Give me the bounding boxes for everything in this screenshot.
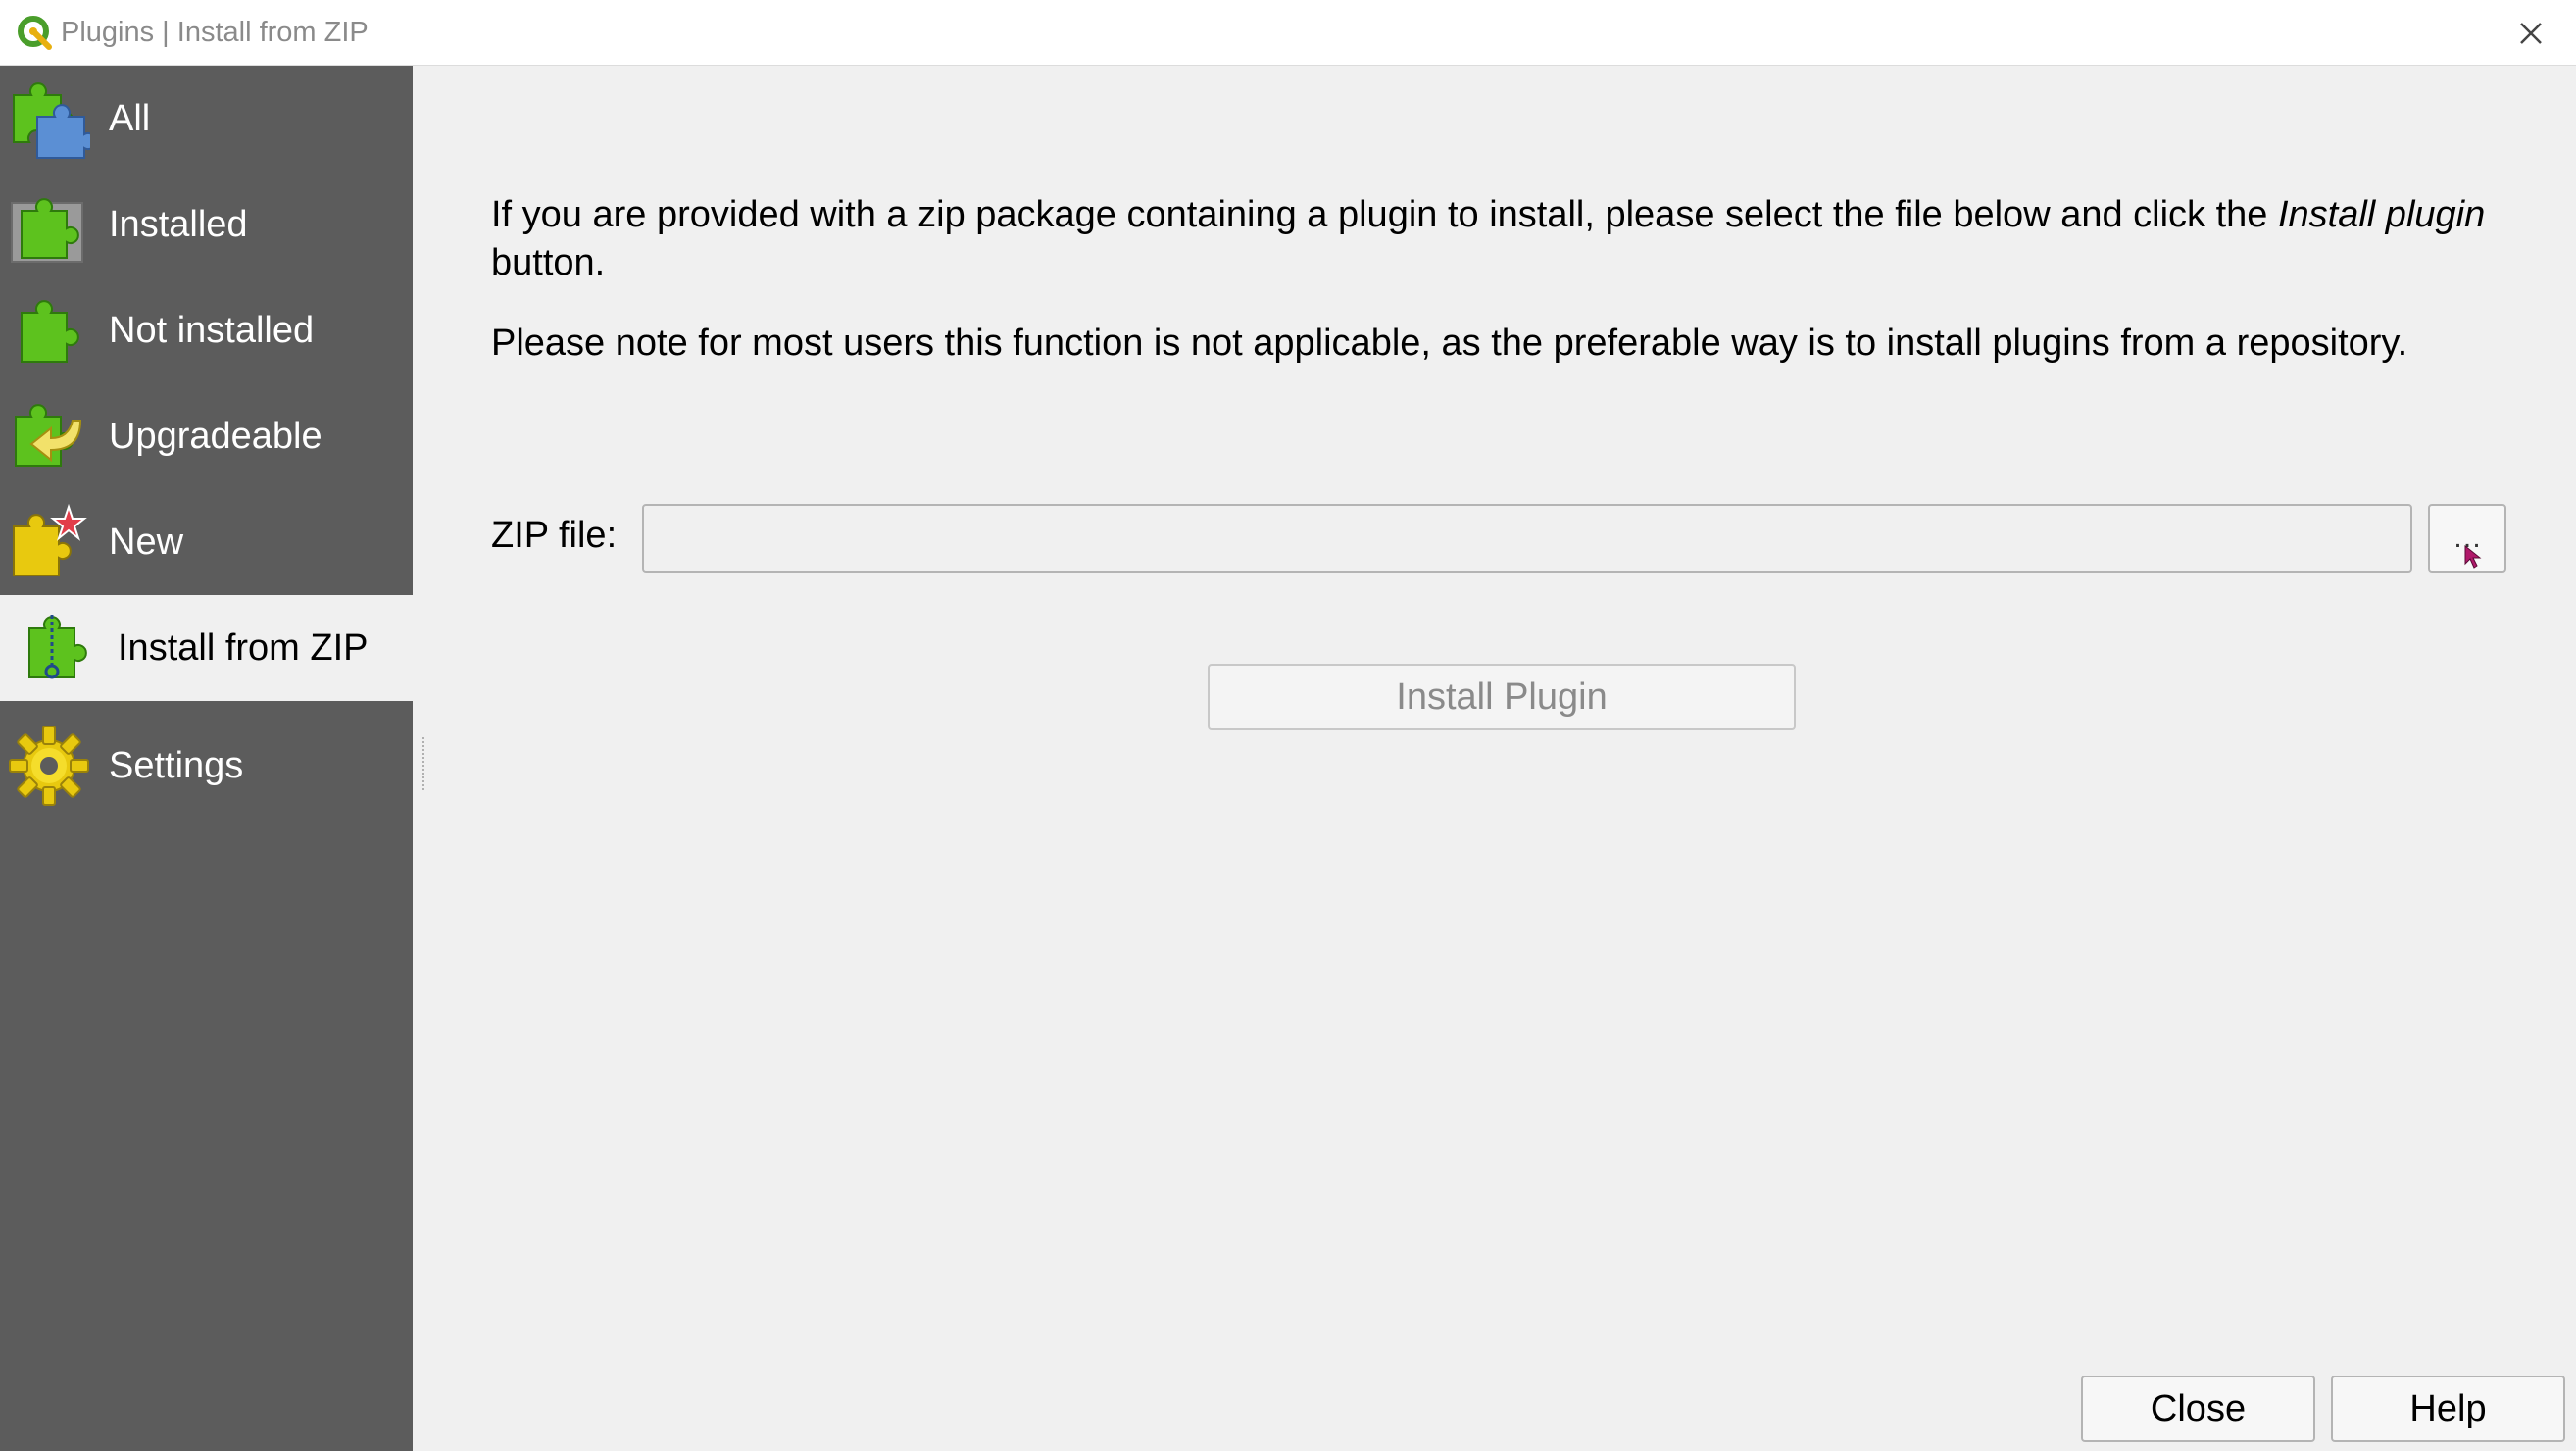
zip-file-input[interactable] xyxy=(642,504,2412,573)
puzzle-new-icon xyxy=(13,503,87,576)
close-button[interactable]: Close xyxy=(2081,1376,2315,1442)
title-bar: Plugins | Install from ZIP xyxy=(0,0,2576,66)
sidebar-item-label: Upgradeable xyxy=(109,415,322,457)
puzzle-upgradeable-icon xyxy=(15,404,82,467)
sidebar-item-label: All xyxy=(109,97,151,139)
sidebar-item-label: New xyxy=(109,521,184,563)
sidebar-item-install-from-zip[interactable]: Install from ZIP xyxy=(0,595,413,701)
sidebar-item-label: Installed xyxy=(109,203,248,245)
sidebar-item-not-installed[interactable]: Not installed xyxy=(0,277,413,383)
install-plugin-emphasis: Install plugin xyxy=(2277,194,2486,235)
qgis-logo-icon xyxy=(18,16,52,50)
gear-icon xyxy=(9,726,89,806)
puzzle-installed-icon xyxy=(11,198,83,263)
sidebar-item-settings[interactable]: Settings xyxy=(0,713,413,819)
sidebar-item-label: Not installed xyxy=(109,309,315,351)
sidebar-item-all[interactable]: All xyxy=(0,66,413,172)
help-button[interactable]: Help xyxy=(2331,1376,2565,1442)
intro-text: If you are provided with a zip package c… xyxy=(491,194,2486,283)
sidebar-item-label: Install from ZIP xyxy=(118,626,369,669)
mouse-cursor-icon xyxy=(2464,544,2482,569)
puzzle-all-icon xyxy=(13,82,90,159)
sidebar-item-label: Settings xyxy=(109,744,244,786)
sidebar: All Installed Not installed Upgradeable … xyxy=(0,66,413,1451)
install-plugin-button[interactable]: Install Plugin xyxy=(1208,664,1796,730)
window-title: Plugins | Install from ZIP xyxy=(61,17,369,48)
close-icon[interactable] xyxy=(2511,14,2551,53)
puzzle-zip-icon xyxy=(28,615,87,679)
sidebar-item-new[interactable]: New xyxy=(0,489,413,595)
note-text: Please note for most users this function… xyxy=(491,323,2408,364)
puzzle-not-installed-icon xyxy=(21,300,79,363)
main-panel: If you are provided with a zip package c… xyxy=(413,66,2576,1451)
zip-file-label: ZIP file: xyxy=(491,515,618,556)
sidebar-item-installed[interactable]: Installed xyxy=(0,172,413,277)
sidebar-item-upgradeable[interactable]: Upgradeable xyxy=(0,383,413,489)
